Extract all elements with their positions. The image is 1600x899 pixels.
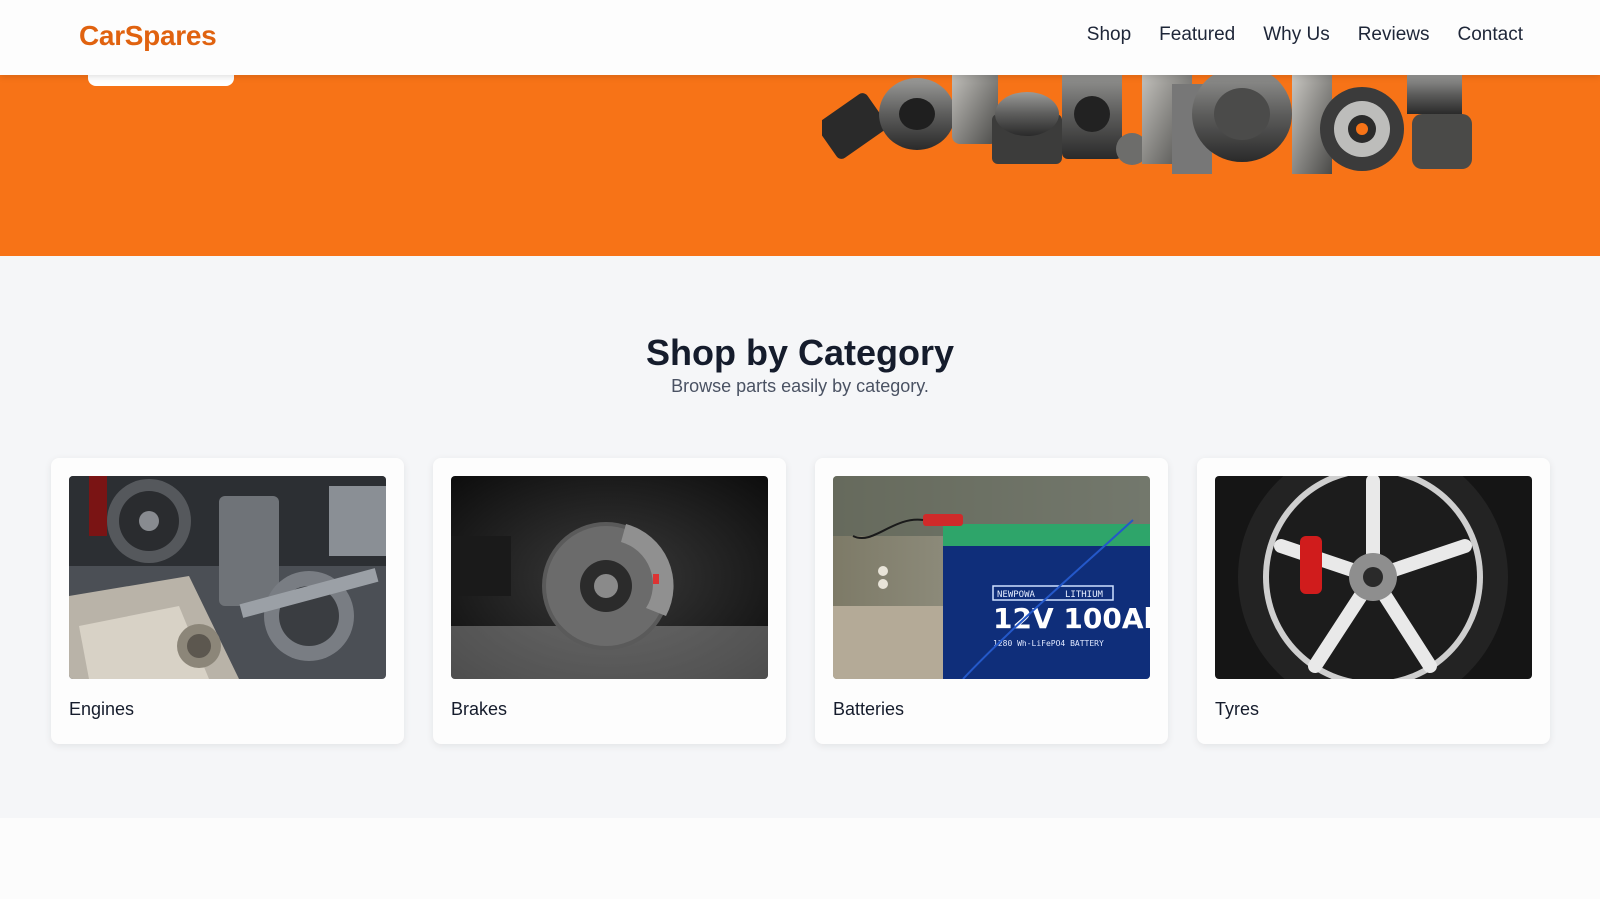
category-cards: Engines Brakes NEWPOWA LITHIUM 12V 100Ah…: [51, 458, 1550, 744]
category-label: Brakes: [451, 699, 508, 719]
brand-logo[interactable]: CarSpares: [79, 20, 217, 52]
navbar: CarSpares Shop Featured Why Us Reviews C…: [0, 0, 1600, 75]
main-nav: Shop Featured Why Us Reviews Contact: [1087, 24, 1523, 46]
category-label: Engines: [69, 699, 135, 719]
battery-brand-text: NEWPOWA: [997, 590, 1036, 600]
category-label: Batteries: [833, 699, 905, 719]
nav-link-contact[interactable]: Contact: [1458, 24, 1523, 46]
battery-chem-text: 1280 Wh-LiFePO4 BATTERY: [993, 639, 1104, 648]
wheel-photo: [1215, 476, 1532, 679]
engine-photo: [69, 476, 386, 679]
brake-disc-photo: [451, 476, 768, 679]
category-card-batteries[interactable]: NEWPOWA LITHIUM 12V 100Ah 1280 Wh-LiFePO…: [815, 458, 1168, 744]
category-card-tyres[interactable]: Tyres: [1197, 458, 1550, 744]
battery-spec-text: 12V 100Ah: [993, 602, 1150, 635]
nav-link-featured[interactable]: Featured: [1159, 24, 1235, 46]
battery-photo: NEWPOWA LITHIUM 12V 100Ah 1280 Wh-LiFePO…: [833, 476, 1150, 679]
category-card-brakes[interactable]: Brakes: [433, 458, 786, 744]
category-label: Tyres: [1215, 699, 1260, 719]
nav-link-reviews[interactable]: Reviews: [1358, 24, 1430, 46]
battery-type-text: LITHIUM: [1065, 590, 1104, 600]
nav-link-shop[interactable]: Shop: [1087, 24, 1131, 46]
next-section-strip: [0, 818, 1600, 899]
section-subtitle: Browse parts easily by category.: [671, 376, 929, 396]
category-section: Shop by Category Browse parts easily by …: [0, 256, 1600, 818]
section-title: Shop by Category: [645, 332, 955, 373]
nav-link-why-us[interactable]: Why Us: [1263, 24, 1330, 46]
category-card-engines[interactable]: Engines: [51, 458, 404, 744]
